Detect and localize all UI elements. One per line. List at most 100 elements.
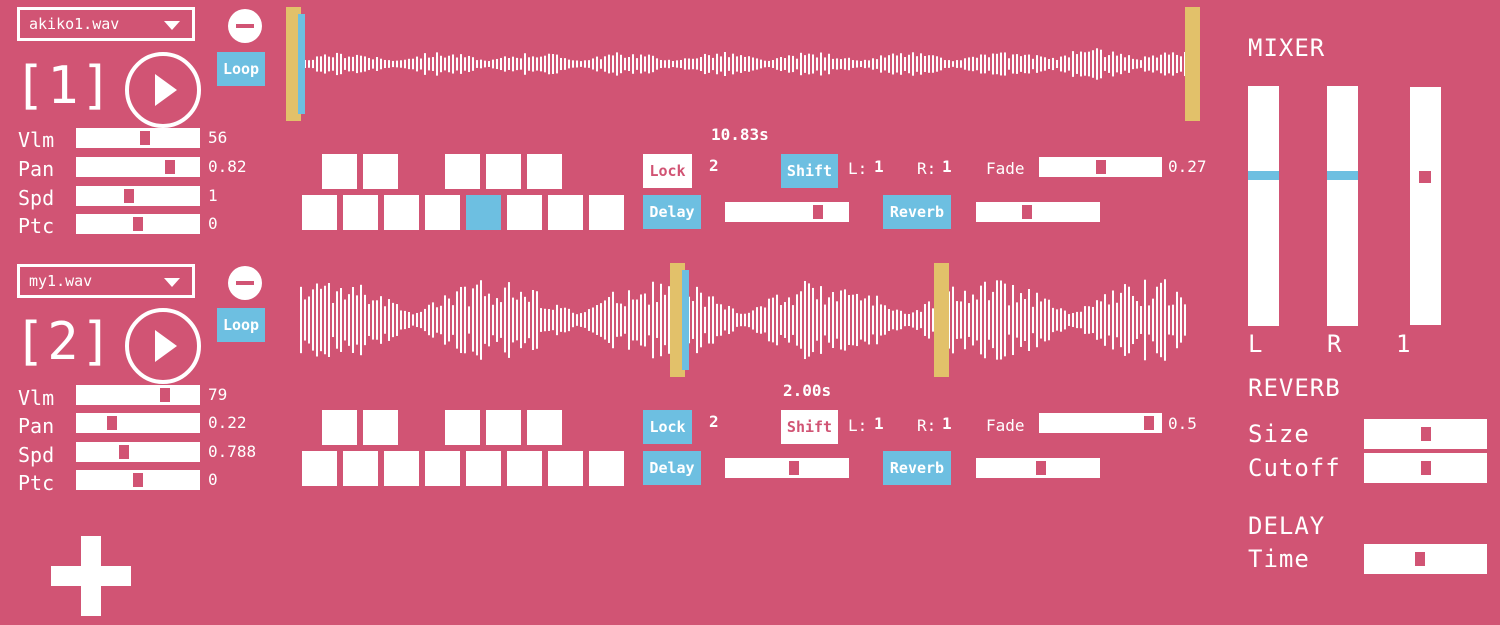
pad-bottom-5[interactable] [466, 451, 501, 486]
file-select-track-2[interactable]: my1.wav [17, 264, 195, 298]
reverb-send-slider[interactable] [976, 458, 1100, 478]
pad-bottom-6[interactable] [507, 195, 542, 230]
shift-button[interactable]: Shift [781, 410, 838, 444]
remove-track-button[interactable] [228, 266, 262, 300]
delay-send-slider[interactable] [725, 458, 849, 478]
lock-button[interactable]: Lock [643, 410, 692, 444]
fader-handle[interactable] [1327, 171, 1358, 180]
waveform-track-1[interactable] [300, 8, 1190, 120]
reverb-title: REVERB [1248, 374, 1341, 402]
right-shift-label: R: [917, 416, 937, 435]
slider-thumb[interactable] [813, 205, 823, 219]
pad-top-2[interactable] [363, 410, 398, 445]
slider-thumb[interactable] [1022, 205, 1032, 219]
pad-top-3[interactable] [445, 154, 480, 189]
slider-thumb[interactable] [789, 461, 799, 475]
reverb-size-slider[interactable] [1364, 419, 1487, 449]
playhead-marker[interactable] [682, 270, 689, 370]
pad-bottom-1[interactable] [302, 451, 337, 486]
fade-slider[interactable] [1039, 413, 1162, 433]
mixer-title: MIXER [1248, 34, 1326, 62]
pad-top-4[interactable] [486, 410, 521, 445]
volume-slider[interactable] [76, 385, 200, 405]
remove-track-button[interactable] [228, 9, 262, 43]
volume-slider[interactable] [76, 128, 200, 148]
slider-thumb[interactable] [119, 445, 129, 459]
play-button[interactable] [125, 52, 201, 128]
waveform-track-2[interactable] [300, 264, 1190, 376]
loop-button[interactable]: Loop [217, 308, 265, 342]
shift-button[interactable]: Shift [781, 154, 838, 188]
pitch-slider[interactable] [76, 214, 200, 234]
slider-thumb[interactable] [1421, 427, 1431, 441]
slider-thumb[interactable] [1421, 461, 1431, 475]
fader-handle[interactable] [1419, 171, 1431, 183]
slider-thumb[interactable] [133, 473, 143, 487]
pad-bottom-3[interactable] [384, 195, 419, 230]
delay-button[interactable]: Delay [643, 195, 701, 229]
pad-top-5[interactable] [527, 410, 562, 445]
fader-handle[interactable] [1248, 171, 1279, 180]
reverb-button[interactable]: Reverb [883, 195, 951, 229]
slider-thumb[interactable] [107, 416, 117, 430]
pad-top-4[interactable] [486, 154, 521, 189]
left-shift-value: 1 [874, 414, 884, 433]
slider-thumb[interactable] [133, 217, 143, 231]
reverb-send-slider[interactable] [976, 202, 1100, 222]
pad-bottom-4[interactable] [425, 195, 460, 230]
pitch-slider[interactable] [76, 470, 200, 490]
pan-slider[interactable] [76, 413, 200, 433]
pad-top-1[interactable] [322, 410, 357, 445]
pad-bottom-5[interactable] [466, 195, 501, 230]
pad-bottom-4[interactable] [425, 451, 460, 486]
reverb-button[interactable]: Reverb [883, 451, 951, 485]
file-select-track-1[interactable]: akiko1.wav [17, 7, 195, 41]
reverb-cutoff-slider[interactable] [1364, 453, 1487, 483]
fade-label: Fade [986, 416, 1025, 435]
play-button[interactable] [125, 308, 201, 384]
pad-top-1[interactable] [322, 154, 357, 189]
pad-bottom-8[interactable] [589, 195, 624, 230]
mixer-channel-label: L [1248, 330, 1264, 358]
speed-slider[interactable] [76, 442, 200, 462]
slider-thumb[interactable] [165, 160, 175, 174]
slider-thumb[interactable] [1144, 416, 1154, 430]
pad-bottom-6[interactable] [507, 451, 542, 486]
track-number: [1] [14, 56, 114, 116]
slider-thumb[interactable] [160, 388, 170, 402]
slider-thumb[interactable] [1036, 461, 1046, 475]
pad-bottom-2[interactable] [343, 451, 378, 486]
speed-value: 0.788 [208, 442, 257, 461]
playhead-marker[interactable] [298, 14, 305, 114]
pad-bottom-8[interactable] [589, 451, 624, 486]
slider-thumb[interactable] [1096, 160, 1106, 174]
pad-top-3[interactable] [445, 410, 480, 445]
delay-button[interactable]: Delay [643, 451, 701, 485]
slider-thumb[interactable] [140, 131, 150, 145]
plus-icon[interactable] [51, 536, 131, 616]
mixer-fader-track-1[interactable] [1410, 87, 1441, 325]
speed-slider[interactable] [76, 186, 200, 206]
fade-slider[interactable] [1039, 157, 1162, 177]
slider-thumb[interactable] [124, 189, 134, 203]
slider-thumb[interactable] [1415, 552, 1425, 566]
pad-bottom-7[interactable] [548, 195, 583, 230]
delay-send-slider[interactable] [725, 202, 849, 222]
pad-top-5[interactable] [527, 154, 562, 189]
mixer-fader-right[interactable] [1327, 86, 1358, 326]
delay-time-slider[interactable] [1364, 544, 1487, 574]
param-label-pitch: Ptc [18, 214, 55, 238]
pad-top-2[interactable] [363, 154, 398, 189]
delay-title: DELAY [1248, 512, 1326, 540]
lock-button[interactable]: Lock [643, 154, 692, 188]
pad-bottom-7[interactable] [548, 451, 583, 486]
end-marker[interactable] [934, 263, 949, 377]
loop-button[interactable]: Loop [217, 52, 265, 86]
pad-bottom-2[interactable] [343, 195, 378, 230]
pan-slider[interactable] [76, 157, 200, 177]
mixer-fader-left[interactable] [1248, 86, 1279, 326]
param-label-pan: Pan [18, 157, 55, 181]
pad-bottom-1[interactable] [302, 195, 337, 230]
end-marker[interactable] [1185, 7, 1200, 121]
pad-bottom-3[interactable] [384, 451, 419, 486]
